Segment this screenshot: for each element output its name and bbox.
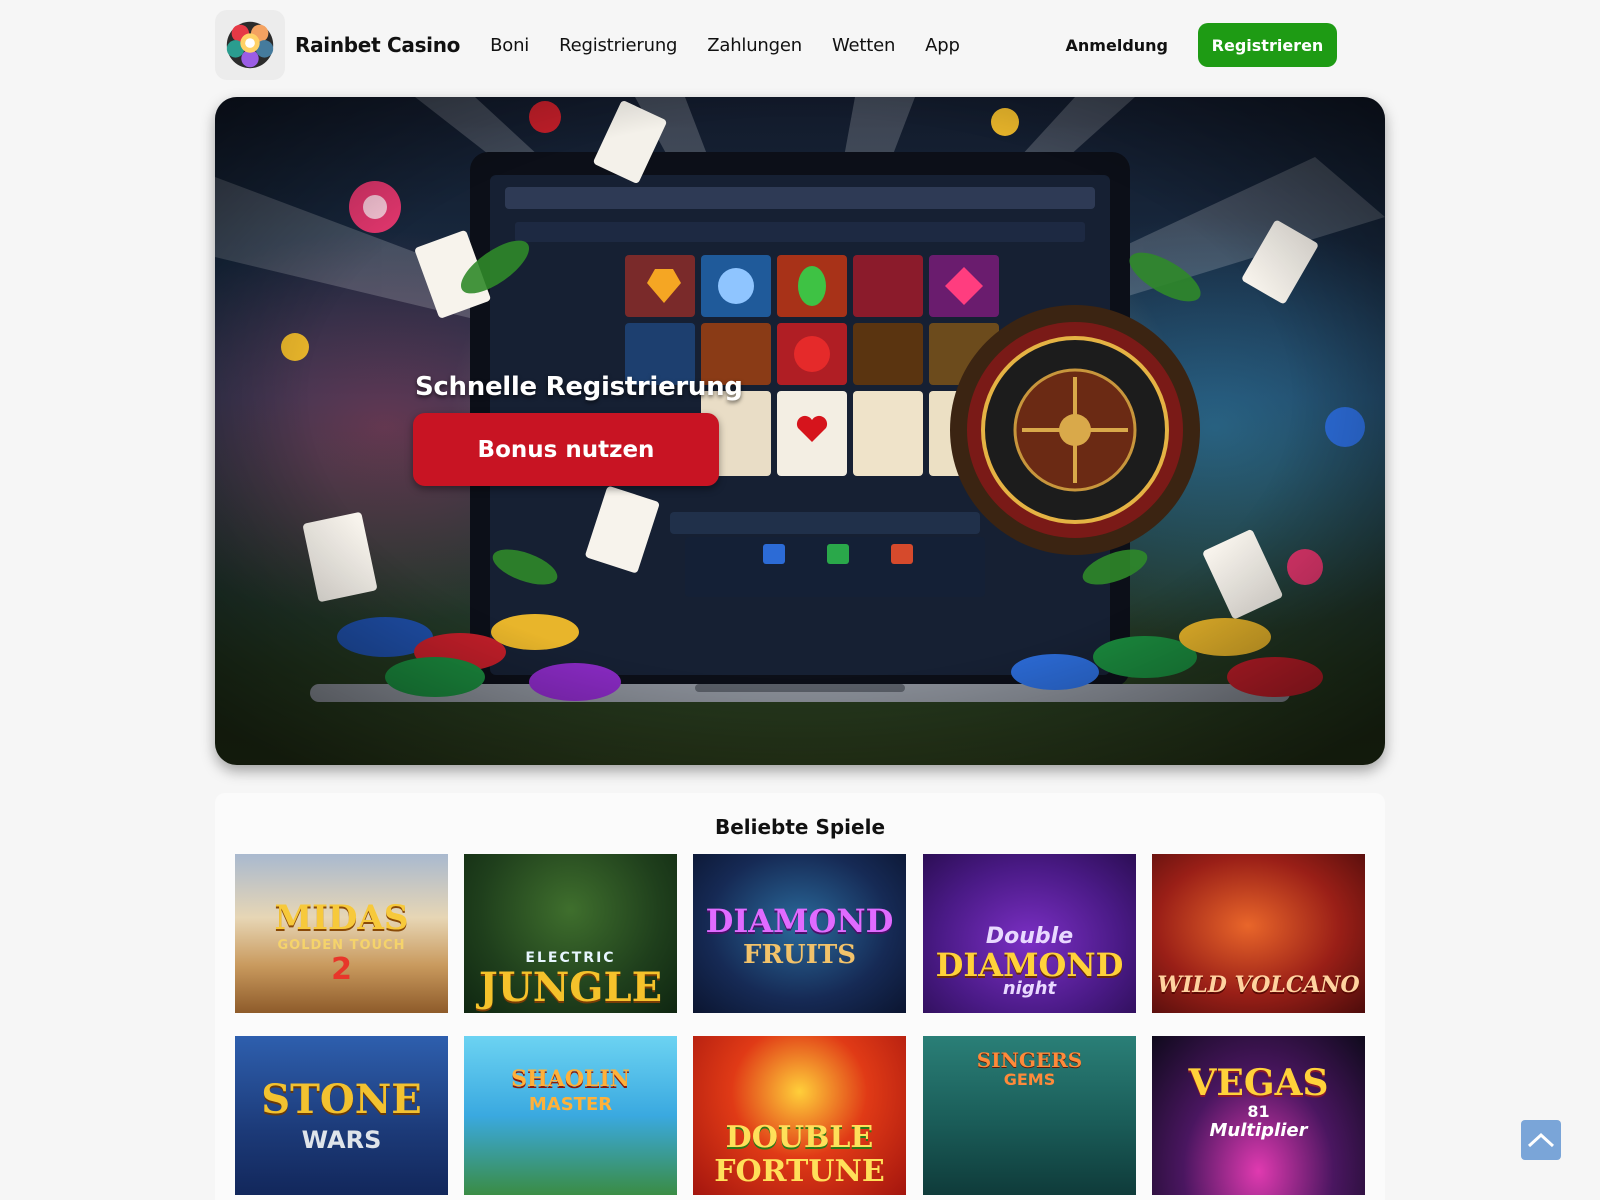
game-tile-subtitle: Multiplier — [1209, 1120, 1308, 1141]
section-title: Beliebte Spiele — [714, 815, 886, 839]
game-tile-midas-golden-touch-2[interactable]: MIDAS GOLDEN TOUCH 2 — [235, 854, 448, 1013]
game-tile-title: JUNGLE — [478, 964, 663, 1011]
brand-name[interactable]: Rainbet Casino — [295, 33, 460, 57]
nav-item-app[interactable]: App — [925, 35, 960, 56]
main-nav: Boni Registrierung Zahlungen Wetten App — [490, 35, 960, 56]
game-tile-title: STONE — [261, 1076, 422, 1123]
hero-banner: Schnelle Registrierung Bonus nutzen — [215, 97, 1385, 765]
game-tile-title: VEGAS — [1188, 1062, 1329, 1104]
nav-item-zahlungen[interactable]: Zahlungen — [707, 35, 802, 56]
nav-item-boni[interactable]: Boni — [490, 35, 529, 56]
game-tile-electric-jungle[interactable]: ELECTRIC JUNGLE — [464, 854, 677, 1013]
game-tile-subtitle: GOLDEN TOUCH — [277, 938, 406, 953]
game-tile-wild-volcano[interactable]: WILD VOLCANO — [1152, 854, 1365, 1013]
game-tile-subtitle: MASTER — [528, 1094, 613, 1115]
popular-games-section: Beliebte Spiele MIDAS GOLDEN TOUCH 2 ELE… — [215, 793, 1385, 1200]
game-tile-subtitle: WARS — [301, 1126, 382, 1154]
logo-icon[interactable] — [215, 10, 285, 80]
nav-item-registrierung[interactable]: Registrierung — [559, 35, 677, 56]
game-tile-badge: 81 — [1247, 1102, 1270, 1121]
game-tile-vegas-81-multiplier[interactable]: VEGAS 81 Multiplier — [1152, 1036, 1365, 1195]
register-button[interactable]: Registrieren — [1198, 23, 1337, 67]
scroll-to-top-button[interactable] — [1521, 1120, 1561, 1160]
game-tile-title: SHAOLIN — [511, 1066, 630, 1092]
game-tile-diamond-fruits[interactable]: DIAMOND FRUITS — [693, 854, 906, 1013]
game-tile-title: WILD VOLCANO — [1157, 972, 1360, 998]
game-tile-badge: 2 — [331, 952, 352, 987]
game-tile-stone-wars[interactable]: STONE WARS — [235, 1036, 448, 1195]
game-tile-title: MIDAS — [274, 898, 409, 938]
game-tile-title: DIAMOND — [705, 902, 894, 940]
bonus-cta-button[interactable]: Bonus nutzen — [413, 413, 719, 486]
game-tile-title: DOUBLE — [725, 1120, 874, 1155]
hero-casino-illustration — [215, 97, 1385, 765]
game-tile-double-fortune[interactable]: DOUBLE FORTUNE — [693, 1036, 906, 1195]
game-tile-subtitle: FRUITS — [742, 940, 857, 970]
game-tile-subtitle: GEMS — [1003, 1070, 1056, 1089]
hero-title: Schnelle Registrierung — [415, 372, 743, 402]
game-tile-badge: night — [1002, 978, 1057, 999]
chevron-up-icon — [1527, 1132, 1555, 1148]
nav-item-wetten[interactable]: Wetten — [832, 35, 895, 56]
game-tile-singers-gems[interactable]: SINGERS GEMS — [923, 1036, 1136, 1195]
site-header: Rainbet Casino Boni Registrierung Zahlun… — [215, 10, 1365, 80]
game-tile-shaolin-master[interactable]: SHAOLIN MASTER — [464, 1036, 677, 1195]
game-tile-title: SINGERS — [976, 1048, 1083, 1072]
login-link[interactable]: Anmeldung — [1066, 36, 1168, 55]
game-tile-subtitle: FORTUNE — [714, 1154, 885, 1189]
game-tile-double-diamond-night[interactable]: Double DIAMOND night — [923, 854, 1136, 1013]
